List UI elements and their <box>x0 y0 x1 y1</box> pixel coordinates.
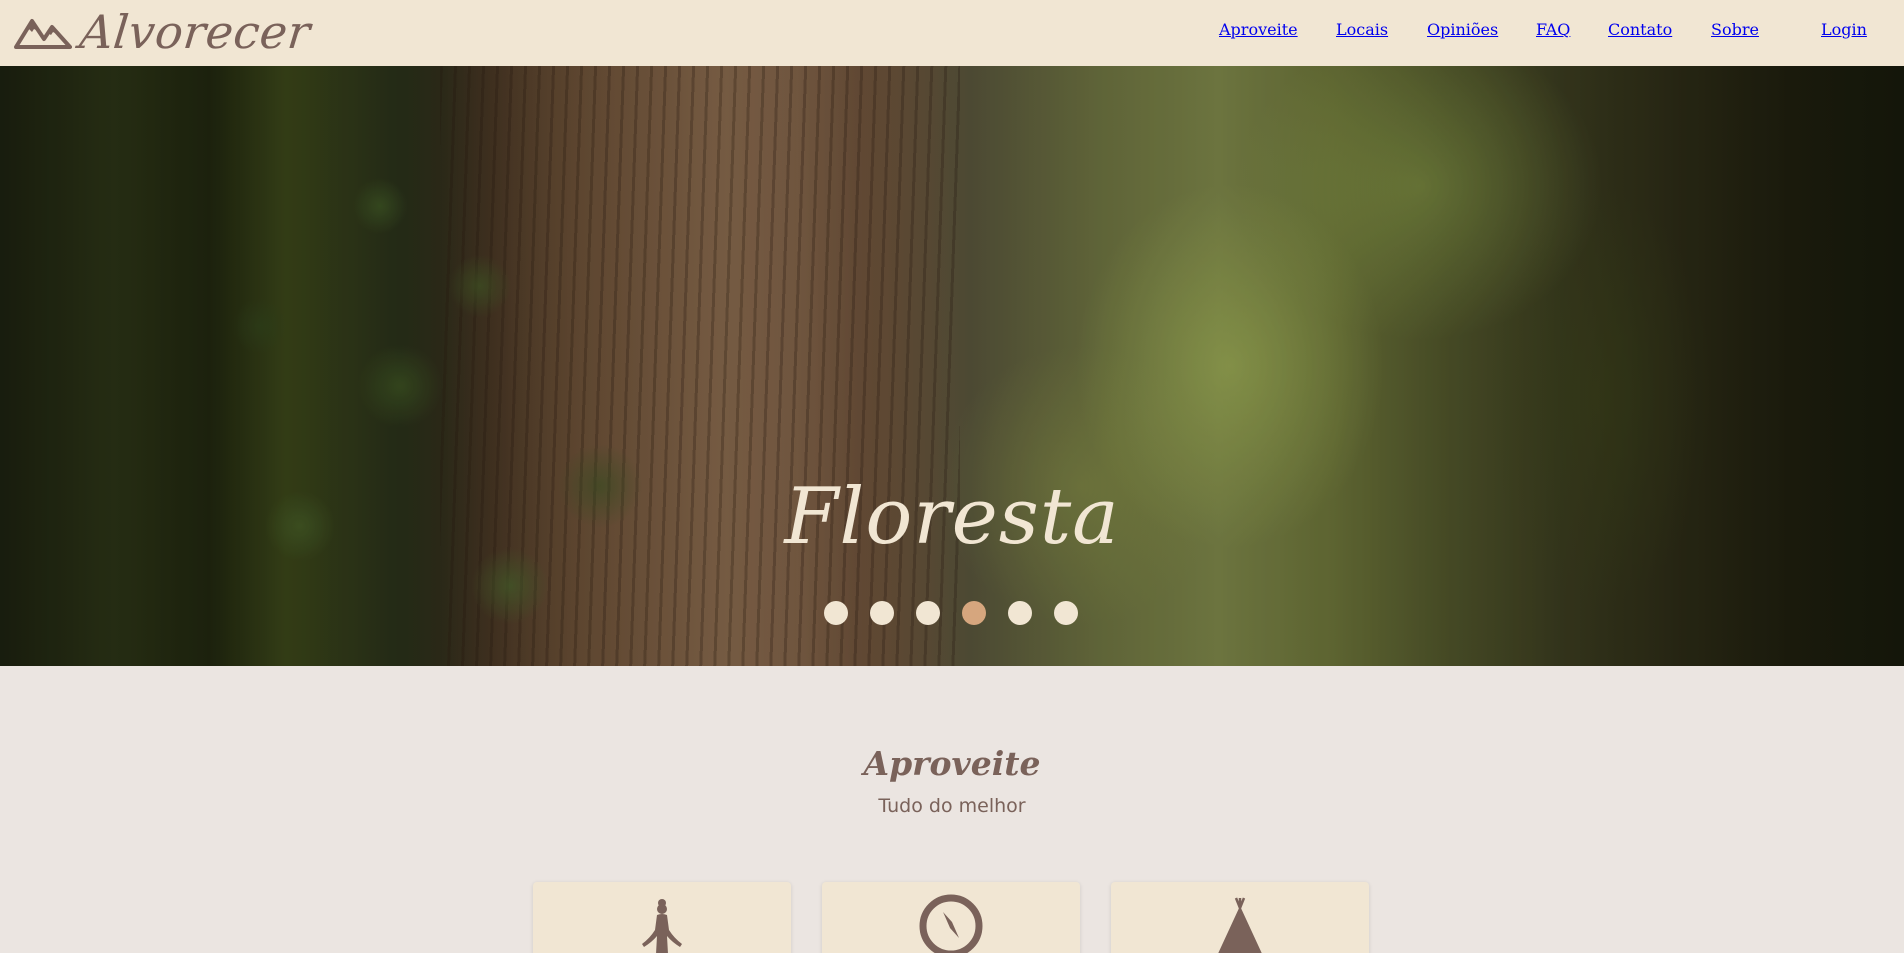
carousel-dot-1[interactable] <box>824 601 848 625</box>
hero-title: Floresta <box>784 472 1120 562</box>
meditation-icon <box>642 899 682 953</box>
feature-card-compass[interactable] <box>822 882 1080 953</box>
hero-carousel: Floresta <box>0 66 1904 666</box>
nav-item-aproveite[interactable]: Aproveite <box>1219 20 1298 39</box>
mountains-icon <box>14 19 72 49</box>
nav-item-opinioes[interactable]: Opiniões <box>1427 20 1498 39</box>
brand-logo-link[interactable]: Alvorecer <box>14 4 314 60</box>
feature-card-meditation[interactable] <box>533 882 791 953</box>
section-title: Aproveite <box>863 744 1041 783</box>
section-subtitle: Tudo do melhor <box>878 795 1026 817</box>
nav-item-sobre[interactable]: Sobre <box>1711 20 1759 39</box>
carousel-dot-4[interactable] <box>962 601 986 625</box>
feature-card-tent[interactable] <box>1111 882 1369 953</box>
login-link[interactable]: Login <box>1821 20 1867 39</box>
site-header: Alvorecer Aproveite Locais Opiniões FAQ … <box>0 0 1904 66</box>
nav-item-faq[interactable]: FAQ <box>1536 20 1570 39</box>
brand-name: Alvorecer <box>77 5 314 59</box>
carousel-dot-3[interactable] <box>916 601 940 625</box>
nav-item-contato[interactable]: Contato <box>1608 20 1672 39</box>
carousel-dot-2[interactable] <box>870 601 894 625</box>
nav-item-locais[interactable]: Locais <box>1336 20 1388 39</box>
tent-icon <box>1218 897 1262 953</box>
carousel-dot-6[interactable] <box>1054 601 1078 625</box>
carousel-dot-5[interactable] <box>1008 601 1032 625</box>
compass-icon <box>919 894 983 953</box>
